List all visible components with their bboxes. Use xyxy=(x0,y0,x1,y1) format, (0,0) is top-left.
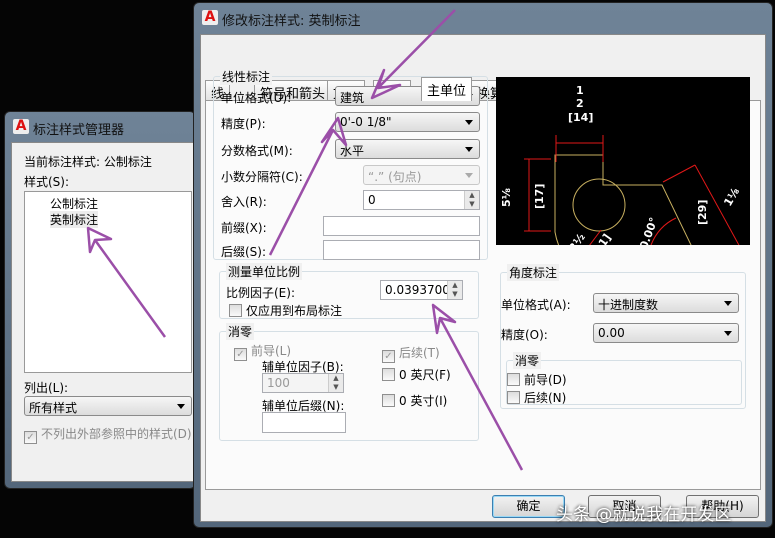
dimension-style-manager-window: A 标注样式管理器 当前标注样式: 公制标注 样式(S): 公制标注 英制标注 … xyxy=(4,111,197,489)
prefix-input[interactable] xyxy=(323,216,480,236)
dialog-client: 线 符号和箭头 文字 调整 主单位 换算单位 公差 线性标注 单位格式(U): … xyxy=(200,34,766,522)
leading-label: 前导(L) xyxy=(251,344,292,358)
scale-factor-input[interactable]: 0.03937007 ▲ ▼ xyxy=(380,280,463,300)
autocad-app-icon: A xyxy=(202,10,218,25)
spinner-icon[interactable]: ▲ ▼ xyxy=(464,191,479,209)
window-title: 标注样式管理器 xyxy=(33,123,125,138)
preview-background xyxy=(496,77,750,245)
unit-format-value: 建筑 xyxy=(340,91,365,105)
fraction-format-label: 分数格式(M): xyxy=(221,144,293,158)
preview-left-value: 5⅛ xyxy=(500,188,513,207)
preview-top-fraction-num: 1 xyxy=(576,84,584,97)
style-item-imperial[interactable]: 英制标注 xyxy=(50,211,99,228)
fraction-format-value: 水平 xyxy=(340,144,365,158)
chevron-down-icon xyxy=(724,301,732,306)
angular-trailing-label: 后续(N) xyxy=(524,391,567,405)
exclude-xref-label: 不列出外部参照中的样式(D) xyxy=(41,427,192,441)
checkbox-icon: ✓ xyxy=(234,348,247,361)
decimal-separator-value: “.” (句点) xyxy=(368,170,422,184)
chevron-down-icon xyxy=(465,147,473,152)
chevron-down-icon xyxy=(177,404,185,409)
manager-client: 当前标注样式: 公制标注 样式(S): 公制标注 英制标注 列出(L): 所有样… xyxy=(11,142,197,482)
exclude-xref-checkbox[interactable]: ✓ 不列出外部参照中的样式(D) xyxy=(24,425,192,444)
precision-label: 精度(P): xyxy=(221,117,266,131)
angular-leading-checkbox[interactable]: 前导(D) xyxy=(507,371,567,388)
round-off-input[interactable]: 0 ▲ ▼ xyxy=(363,190,480,210)
angular-unit-format-label: 单位格式(A): xyxy=(501,298,571,312)
styles-label: 样式(S): xyxy=(24,175,70,189)
styles-list[interactable]: 公制标注 英制标注 xyxy=(24,191,192,373)
style-item-metric[interactable]: 公制标注 xyxy=(50,195,98,212)
angular-legend: 角度标注 xyxy=(507,264,560,281)
suffix-label: 后缀(S): xyxy=(221,245,267,259)
precision-select[interactable]: 0'-0 1/8" xyxy=(335,112,480,132)
tab-primary-units[interactable]: 主单位 xyxy=(421,77,473,101)
current-style-value: 公制标注 xyxy=(103,155,152,169)
decimal-separator-label: 小数分隔符(C): xyxy=(221,170,303,184)
checkbox-icon: ✓ xyxy=(382,350,395,363)
zero-feet-checkbox[interactable]: 0 英尺(F) xyxy=(382,366,451,383)
preview-top-fraction-den: 2 xyxy=(576,97,584,110)
sub-unit-factor-value: 100 xyxy=(267,376,290,390)
checkbox-icon xyxy=(382,368,395,381)
round-off-label: 舍入(R): xyxy=(221,195,267,209)
zero-feet-label: 0 英尺(F) xyxy=(399,368,451,382)
checkbox-icon: ✓ xyxy=(24,431,37,444)
current-style-label: 当前标注样式: 公制标注 xyxy=(24,153,152,170)
angular-precision-value: 0.00 xyxy=(598,326,625,340)
list-filter-select[interactable]: 所有样式 xyxy=(24,396,192,416)
trailing-checkbox[interactable]: ✓ 后续(T) xyxy=(382,344,440,363)
chevron-down-icon xyxy=(465,173,473,178)
list-label: 列出(L): xyxy=(24,381,69,395)
dialog-title: 修改标注样式: 英制标注 xyxy=(222,14,361,29)
angular-precision-label: 精度(O): xyxy=(501,328,548,342)
unit-format-label: 单位格式(U): xyxy=(221,91,292,105)
checkbox-icon xyxy=(507,391,520,404)
checkbox-icon xyxy=(229,304,242,317)
trailing-label: 后续(T) xyxy=(399,346,440,360)
suffix-input[interactable] xyxy=(323,240,480,260)
apply-layout-only-checkbox[interactable]: 仅应用到布局标注 xyxy=(229,302,342,319)
round-off-value: 0 xyxy=(368,193,376,207)
angular-leading-label: 前导(D) xyxy=(524,373,567,387)
preview-canvas: 1 2 [14] 5⅛ [17] [29] 1⅛ R½ [R11] 60.00° xyxy=(496,77,750,245)
apply-layout-only-label: 仅应用到布局标注 xyxy=(246,304,343,318)
checkbox-icon xyxy=(507,373,520,386)
angular-unit-format-select[interactable]: 十进制度数 xyxy=(593,293,739,313)
angular-precision-select[interactable]: 0.00 xyxy=(593,323,739,343)
watermark: 头条 @就说我在开发区 xyxy=(556,505,732,525)
decimal-separator-select[interactable]: “.” (句点) xyxy=(363,165,480,185)
angular-unit-format-value: 十进制度数 xyxy=(598,298,659,312)
scale-legend: 测量单位比例 xyxy=(226,263,303,280)
chevron-down-icon xyxy=(465,120,473,125)
angular-zero-legend: 消零 xyxy=(513,352,542,369)
scale-factor-label: 比例因子(E): xyxy=(226,286,295,300)
list-filter-value: 所有样式 xyxy=(29,401,78,415)
spinner-icon[interactable]: ▲ ▼ xyxy=(328,374,343,392)
zero-legend: 消零 xyxy=(226,323,255,340)
zero-inches-label: 0 英寸(I) xyxy=(399,394,448,408)
chevron-down-icon xyxy=(724,331,732,336)
preview-top-bracket: [14] xyxy=(568,111,593,124)
preview-right-bracket: [29] xyxy=(696,200,709,225)
current-style-caption: 当前标注样式: xyxy=(24,155,101,169)
ok-button[interactable]: 确定 xyxy=(492,495,565,518)
linear-legend: 线性标注 xyxy=(220,68,273,85)
precision-value: 0'-0 1/8" xyxy=(340,115,392,129)
preview-left-bracket: [17] xyxy=(533,184,546,209)
prefix-label: 前缀(X): xyxy=(221,221,267,235)
sub-unit-factor-input[interactable]: 100 ▲ ▼ xyxy=(262,373,344,393)
fraction-format-select[interactable]: 水平 xyxy=(335,139,480,159)
spinner-icon[interactable]: ▲ ▼ xyxy=(447,281,462,299)
checkbox-icon xyxy=(382,394,395,407)
autocad-app-icon: A xyxy=(13,119,29,134)
sub-unit-suffix-input[interactable] xyxy=(262,412,346,433)
zero-inches-checkbox[interactable]: 0 英寸(I) xyxy=(382,392,447,409)
angular-trailing-checkbox[interactable]: 后续(N) xyxy=(507,389,566,406)
